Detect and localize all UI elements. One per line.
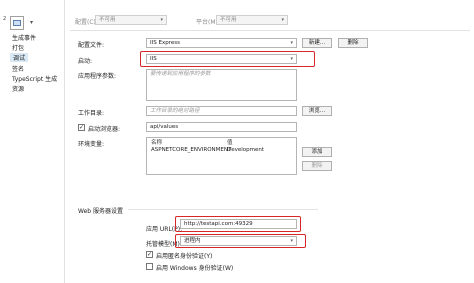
top-separator xyxy=(70,30,470,31)
platform-select[interactable]: 不可用 ▾ xyxy=(216,15,288,25)
working-dir-input[interactable]: 工作目录的绝对路径 xyxy=(146,106,297,116)
sidebar-item-build-events[interactable]: 生成事件 xyxy=(12,33,36,42)
windows-auth-label: 启用 Windows 身份验证(W) xyxy=(156,265,234,272)
profile-value: IIS Express xyxy=(150,40,180,46)
chevron-down-icon: ▾ xyxy=(290,40,293,46)
sidebar: 2 ▾ 生成事件 打包 调试 签名 TypeScript 生成 资源 xyxy=(0,0,64,283)
launch-select[interactable]: IIS ▾ xyxy=(146,54,297,64)
chevron-down-icon: ▾ xyxy=(281,17,284,23)
sidebar-item-signing[interactable]: 签名 xyxy=(12,64,24,73)
env-vars-label: 环境变量: xyxy=(78,141,105,148)
sidebar-item-resources[interactable]: 资源 xyxy=(12,84,24,93)
launch-browser-checkbox[interactable]: ✓ xyxy=(78,124,85,131)
env-col-value: 值 xyxy=(227,140,233,146)
web-server-section-title: Web 服务器设置 xyxy=(78,208,123,215)
sidebar-item-package[interactable]: 打包 xyxy=(12,43,24,52)
app-args-placeholder: 要传递到应用程序的参数 xyxy=(150,71,211,77)
sidebar-header-number: 2 xyxy=(3,16,7,22)
platform-value: 不可用 xyxy=(220,17,237,23)
anon-auth-label: 启用匿名身份验证(Y) xyxy=(156,253,213,260)
env-col-name: 名称 xyxy=(151,140,163,146)
working-dir-label: 工作目录: xyxy=(78,110,105,117)
app-args-label: 应用程序参数: xyxy=(78,73,117,80)
working-dir-placeholder: 工作目录的绝对路径 xyxy=(150,108,200,114)
web-server-separator xyxy=(128,209,318,210)
launch-value: IIS xyxy=(150,56,157,62)
app-url-value: http://testapi.com:49329 xyxy=(184,221,253,227)
sidebar-item-typescript[interactable]: TypeScript 生成 xyxy=(12,74,57,83)
chevron-down-icon: ▾ xyxy=(160,17,163,23)
project-icon[interactable] xyxy=(10,16,24,30)
env-row-value[interactable]: Development xyxy=(227,147,264,155)
app-url-input[interactable]: http://testapi.com:49329 xyxy=(180,219,297,229)
env-vars-table[interactable]: 名称 值 ASPNETCORE_ENVIRONMENT Development xyxy=(146,137,297,175)
launch-browser-url-input[interactable]: api/values xyxy=(146,122,297,132)
new-profile-button[interactable]: 新建... xyxy=(302,38,332,48)
browse-button[interactable]: 浏览... xyxy=(302,106,332,116)
launch-browser-url-value: api/values xyxy=(150,124,179,130)
app-args-textarea[interactable]: 要传递到应用程序的参数 xyxy=(146,69,297,101)
config-value: 不可用 xyxy=(99,17,116,23)
chevron-down-icon: ▾ xyxy=(290,56,293,62)
launch-browser-label: 启动浏览器: xyxy=(88,126,121,133)
hosting-model-select[interactable]: 进程内 ▾ xyxy=(180,236,297,246)
profile-select[interactable]: IIS Express ▾ xyxy=(146,38,297,48)
anon-auth-checkbox[interactable]: ✓ xyxy=(146,251,153,258)
add-env-button[interactable]: 添加 xyxy=(302,147,332,157)
windows-auth-checkbox[interactable] xyxy=(146,263,153,270)
chevron-down-icon[interactable]: ▾ xyxy=(30,19,33,26)
config-select[interactable]: 不可用 ▾ xyxy=(95,15,167,25)
env-row-name[interactable]: ASPNETCORE_ENVIRONMENT xyxy=(151,147,231,155)
sidebar-item-debug[interactable]: 调试 xyxy=(10,53,29,62)
remove-env-button[interactable]: 删除 xyxy=(302,161,332,171)
sidebar-header: 2 ▾ xyxy=(3,16,48,30)
sidebar-divider xyxy=(64,0,65,283)
profile-label: 配置文件: xyxy=(78,42,105,49)
delete-profile-button[interactable]: 删除 xyxy=(338,38,368,48)
chevron-down-icon: ▾ xyxy=(290,238,293,244)
launch-label: 启动: xyxy=(78,58,93,65)
hosting-model-value: 进程内 xyxy=(184,238,201,244)
